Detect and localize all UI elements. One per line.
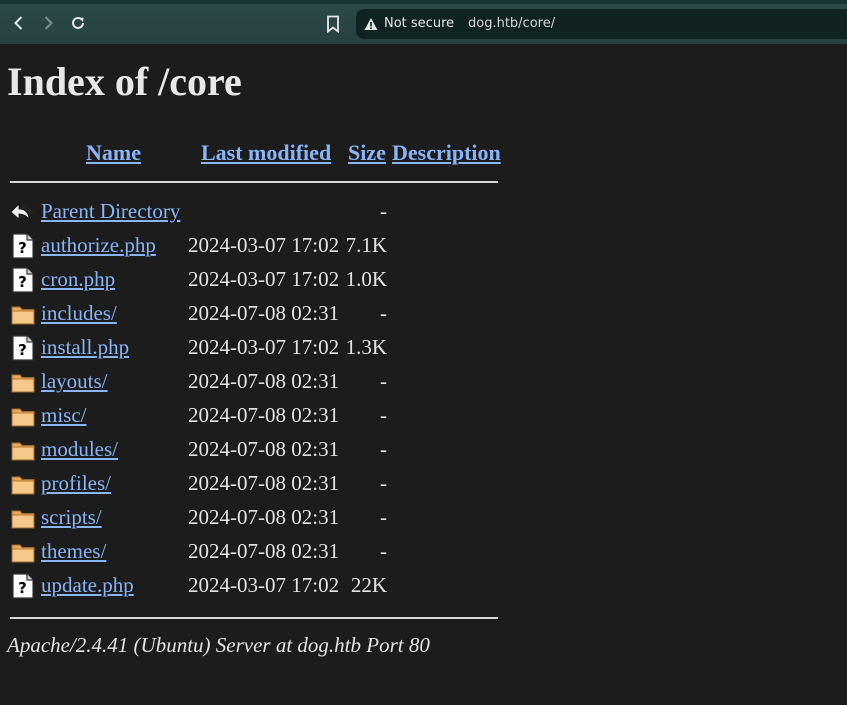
size-cell: - <box>380 369 387 393</box>
file-link[interactable]: themes/ <box>41 539 106 564</box>
size-cell: - <box>380 505 387 529</box>
reload-button[interactable] <box>65 10 91 36</box>
last-modified-cell: 2024-07-08 02:31 <box>188 539 340 563</box>
column-header-last-modified[interactable]: Last modified <box>201 140 331 166</box>
table-row: misc/2024-07-08 02:31 - <box>0 400 520 434</box>
folder-icon <box>10 505 36 531</box>
last-modified-cell: 2024-07-08 02:31 <box>188 505 340 529</box>
svg-text:?: ? <box>18 341 27 359</box>
table-row: ? cron.php 2024-03-07 17:02 1.0K <box>0 264 520 298</box>
unknown-file-icon: ? <box>10 267 36 293</box>
file-link[interactable]: Parent Directory <box>41 199 180 224</box>
file-link[interactable]: update.php <box>41 573 134 598</box>
last-modified-cell: 2024-07-08 02:31 <box>188 403 340 427</box>
svg-text:?: ? <box>18 273 27 291</box>
bookmark-icon <box>327 15 339 33</box>
warning-icon <box>364 18 378 30</box>
svg-text:?: ? <box>18 239 27 257</box>
folder-icon <box>10 539 36 565</box>
last-modified-cell: 2024-07-08 02:31 <box>188 471 340 495</box>
unknown-file-icon: ? <box>10 335 36 361</box>
size-cell: - <box>380 437 387 461</box>
page-title: Index of /core <box>7 59 242 104</box>
last-modified-cell: 2024-03-07 17:02 <box>188 267 340 291</box>
table-row: layouts/2024-07-08 02:31 - <box>0 366 520 400</box>
server-signature: Apache/2.4.41 (Ubuntu) Server at dog.htb… <box>7 633 430 657</box>
header-divider <box>10 181 498 183</box>
table-row: modules/2024-07-08 02:31 - <box>0 434 520 468</box>
unknown-file-icon: ? <box>10 233 36 259</box>
column-header-description[interactable]: Description <box>392 140 501 166</box>
table-row: ? authorize.php 2024-03-07 17:02 7.1K <box>0 230 520 264</box>
folder-icon <box>10 437 36 463</box>
last-modified-cell: 2024-03-07 17:02 <box>188 573 340 597</box>
file-link[interactable]: authorize.php <box>41 233 156 258</box>
file-link[interactable]: cron.php <box>41 267 115 292</box>
file-link[interactable]: misc/ <box>41 403 87 428</box>
file-link[interactable]: scripts/ <box>41 505 102 530</box>
back-icon <box>10 199 36 225</box>
column-header-name[interactable]: Name <box>86 140 141 166</box>
file-link[interactable]: modules/ <box>41 437 118 462</box>
table-row: includes/2024-07-08 02:31 - <box>0 298 520 332</box>
column-header-size[interactable]: Size <box>348 140 386 166</box>
folder-icon <box>10 369 36 395</box>
table-row: ? update.php 2024-03-07 17:02 22K <box>0 570 520 604</box>
file-link[interactable]: install.php <box>41 335 129 360</box>
reload-icon <box>72 16 84 29</box>
table-row: Parent Directory - <box>0 196 520 230</box>
last-modified-cell: 2024-07-08 02:31 <box>188 301 340 325</box>
size-cell: 7.1K <box>345 233 387 257</box>
file-link[interactable]: layouts/ <box>41 369 108 394</box>
size-cell: - <box>380 471 387 495</box>
table-row: profiles/2024-07-08 02:31 - <box>0 468 520 502</box>
last-modified-cell: 2024-03-07 17:02 <box>188 335 340 359</box>
last-modified-cell: 2024-03-07 17:02 <box>188 233 340 257</box>
forward-button[interactable] <box>35 10 61 36</box>
chevron-left-icon <box>14 16 23 30</box>
file-link[interactable]: profiles/ <box>41 471 111 496</box>
size-cell: - <box>380 301 387 325</box>
table-row: ? install.php 2024-03-07 17:02 1.3K <box>0 332 520 366</box>
folder-icon <box>10 471 36 497</box>
size-cell: - <box>380 199 387 223</box>
size-cell: - <box>380 539 387 563</box>
chevron-right-icon <box>44 16 53 30</box>
browser-toolbar: Not secure dog.htb/core/ <box>0 0 847 44</box>
size-cell: 1.3K <box>345 335 387 359</box>
last-modified-cell: 2024-07-08 02:31 <box>188 437 340 461</box>
bookmark-button[interactable] <box>322 12 344 36</box>
unknown-file-icon: ? <box>10 573 36 599</box>
back-button[interactable] <box>6 10 32 36</box>
page-content: Index of /core Name Last modified Size D… <box>0 44 847 705</box>
file-link[interactable]: includes/ <box>41 301 117 326</box>
last-modified-cell: 2024-07-08 02:31 <box>188 369 340 393</box>
url-text[interactable]: dog.htb/core/ <box>468 16 555 31</box>
table-row: themes/2024-07-08 02:31 - <box>0 536 520 570</box>
address-bar[interactable]: Not secure dog.htb/core/ <box>356 9 847 39</box>
table-row: scripts/2024-07-08 02:31 - <box>0 502 520 536</box>
svg-text:?: ? <box>18 579 27 597</box>
folder-icon <box>10 403 36 429</box>
size-cell: 1.0K <box>345 267 387 291</box>
size-cell: 22K <box>350 573 387 597</box>
footer-divider <box>10 617 498 619</box>
size-cell: - <box>380 403 387 427</box>
folder-icon <box>10 301 36 327</box>
security-indicator[interactable]: Not secure <box>384 16 454 31</box>
